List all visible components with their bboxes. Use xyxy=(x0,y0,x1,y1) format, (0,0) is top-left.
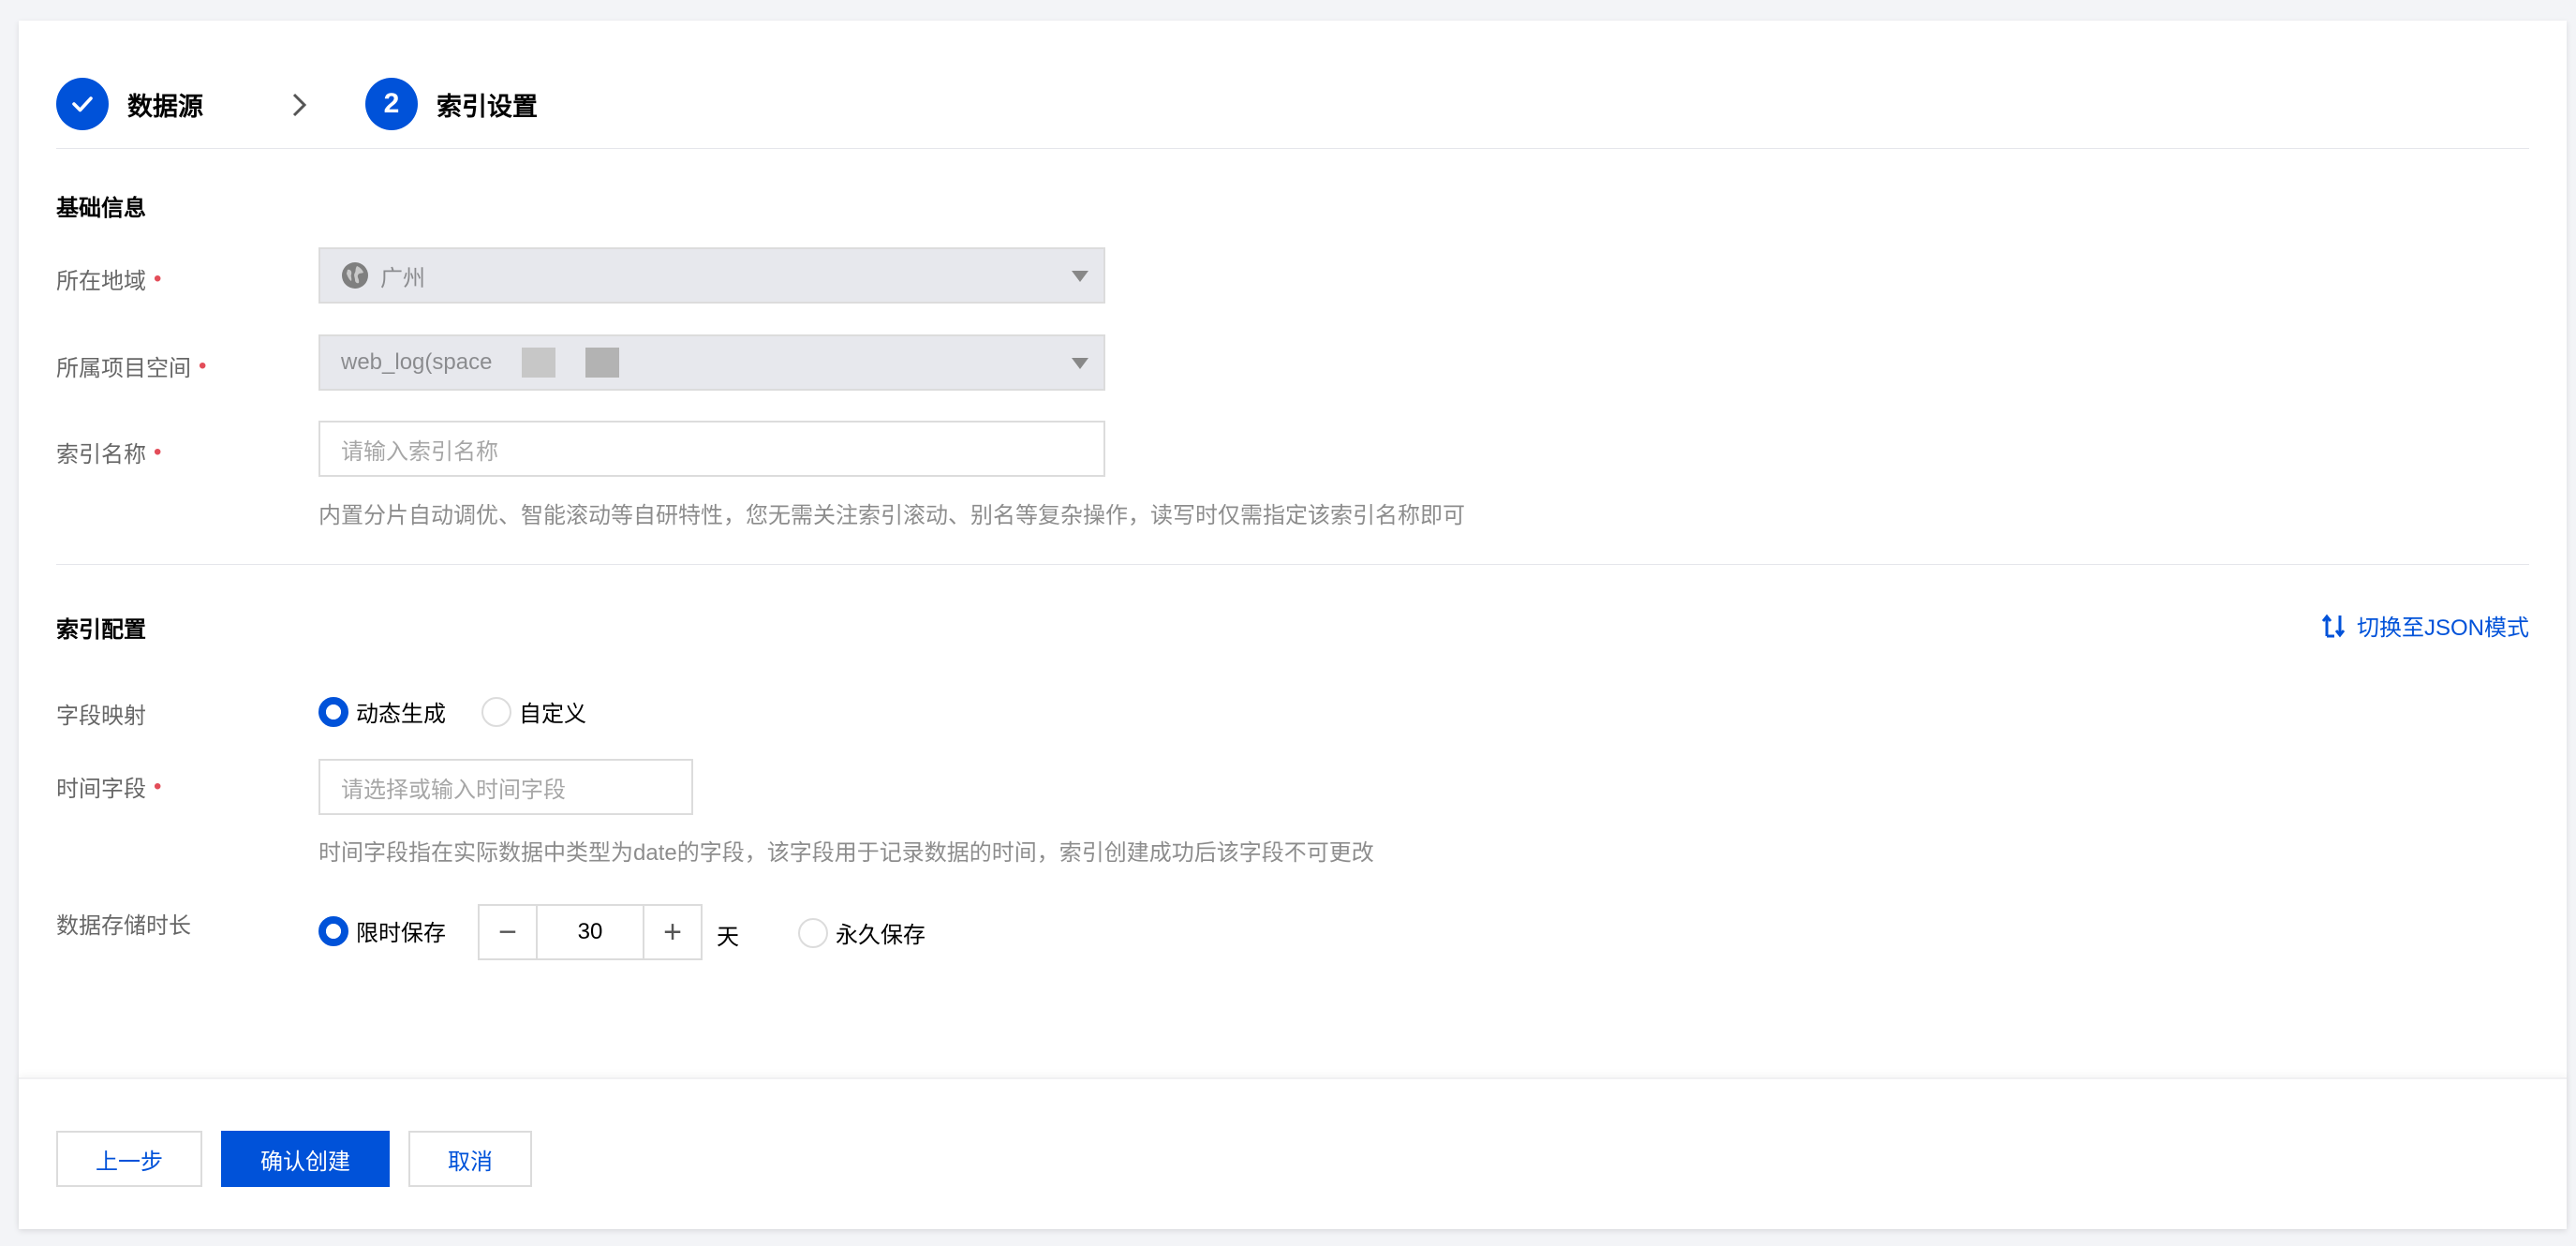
retention-label: 数据存储时长 xyxy=(56,913,191,939)
step-number: 2 xyxy=(365,78,418,130)
region-value: 广州 xyxy=(380,265,425,291)
index-name-input[interactable]: 请输入索引名称 xyxy=(318,421,1105,477)
check-icon xyxy=(56,78,109,130)
step-label: 数据源 xyxy=(127,92,203,121)
retention-limited-radio[interactable]: 限时保存 xyxy=(318,914,446,947)
step-indicator: 数据源 2 索引设置 xyxy=(56,58,2529,152)
radio-custom[interactable]: 自定义 xyxy=(481,695,586,728)
minus-icon[interactable]: − xyxy=(480,906,536,958)
divider xyxy=(56,564,2529,565)
radio-checked-icon xyxy=(318,696,348,727)
caret-down-icon xyxy=(1072,271,1088,282)
switch-json-link[interactable]: 切换至JSON模式 xyxy=(2321,609,2529,642)
radio-dynamic[interactable]: 动态生成 xyxy=(318,695,446,728)
project-label: 所属项目空间 • xyxy=(56,352,207,382)
caret-down-icon xyxy=(1072,358,1088,369)
step-data-source[interactable]: 数据源 xyxy=(56,78,203,130)
field-mapping-radios: 动态生成 自定义 xyxy=(318,695,586,728)
globe-icon xyxy=(342,262,368,289)
switch-icon xyxy=(2321,614,2346,637)
step-index-settings[interactable]: 2 索引设置 xyxy=(365,78,538,130)
radio-unchecked-icon xyxy=(798,917,828,948)
form-card: 数据源 2 索引设置 基础信息 所在地域 • 广州 所属项目空间 • web_log… xyxy=(19,21,2567,1229)
redacted-block xyxy=(522,348,556,378)
time-field-help: 时间字段指在实际数据中类型为date的字段，该字段用于记录数据的时间，索引创建成… xyxy=(318,840,1374,866)
radio-unchecked-icon xyxy=(481,696,511,727)
project-select[interactable]: web_log(space xyxy=(318,334,1105,391)
time-field-input[interactable]: 请选择或输入时间字段 xyxy=(318,759,693,815)
index-name-label: 索引名称 • xyxy=(56,438,162,468)
field-mapping-label: 字段映射 xyxy=(56,704,146,729)
prev-button[interactable]: 上一步 xyxy=(56,1131,202,1187)
section-title-basic: 基础信息 xyxy=(56,196,146,221)
retention-forever-radio[interactable]: 永久保存 xyxy=(798,916,925,949)
index-name-help: 内置分片自动调优、智能滚动等自研特性，您无需关注索引滚动、别名等复杂操作，读写时… xyxy=(318,503,1465,528)
chevron-right-icon xyxy=(292,93,307,117)
cancel-button[interactable]: 取消 xyxy=(408,1131,532,1187)
radio-checked-icon xyxy=(318,915,348,946)
divider xyxy=(56,148,2529,149)
retention-stepper[interactable]: − 30 + xyxy=(478,904,703,960)
redacted-block xyxy=(585,348,620,378)
region-select[interactable]: 广州 xyxy=(318,247,1105,304)
plus-icon[interactable]: + xyxy=(644,906,701,958)
section-title-config: 索引配置 xyxy=(56,617,146,643)
retention-value[interactable]: 30 xyxy=(536,906,644,958)
time-field-label: 时间字段 • xyxy=(56,773,162,803)
footer-bar: 上一步 确认创建 取消 xyxy=(19,1077,2567,1229)
confirm-create-button[interactable]: 确认创建 xyxy=(221,1131,390,1187)
retention-unit: 天 xyxy=(717,925,739,950)
region-label: 所在地域 • xyxy=(56,265,162,295)
step-label: 索引设置 xyxy=(437,92,538,121)
project-value: web_log(space xyxy=(341,349,493,375)
